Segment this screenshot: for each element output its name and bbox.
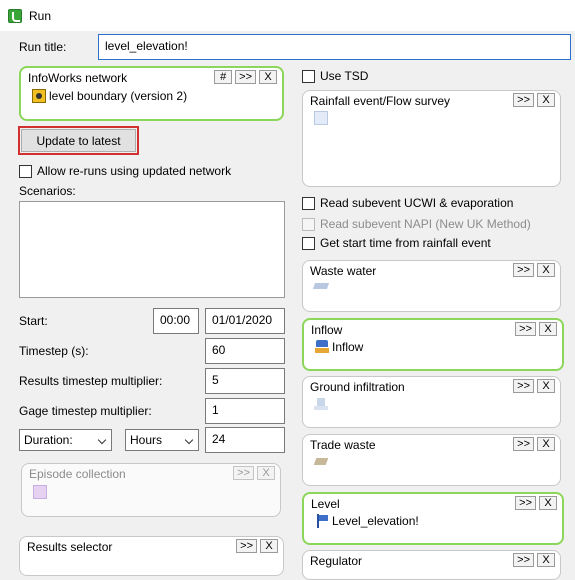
waste-water-icon — [314, 281, 328, 291]
episode-icon — [33, 485, 47, 499]
regulator-clear-button[interactable]: X — [537, 553, 555, 567]
level-icon — [315, 514, 329, 528]
allow-reruns-label: Allow re-runs using updated network — [37, 164, 232, 178]
read-ucwi-box[interactable] — [302, 196, 315, 210]
network-item-label: level boundary (version 2) — [49, 89, 188, 103]
app-icon — [8, 9, 22, 23]
ground-infiltration-panel: Ground infiltration >> X — [302, 376, 561, 428]
read-napi-label: Read subevent NAPI (New UK Method) — [320, 217, 531, 231]
inflow-item-label: Inflow — [332, 340, 364, 354]
inflow-expand-button[interactable]: >> — [515, 322, 536, 336]
get-start-time-checkbox[interactable]: Get start time from rainfall event — [302, 236, 491, 250]
network-panel: InfoWorks network # >> X level boundary … — [19, 66, 284, 121]
rainfall-item — [314, 111, 328, 125]
gage-multiplier-input[interactable]: 1 — [205, 398, 285, 424]
infiltration-clear-button[interactable]: X — [537, 379, 555, 393]
duration-mode-select[interactable]: Duration: — [19, 429, 112, 451]
episode-panel-title: Episode collection — [29, 467, 126, 481]
level-panel: Level >> X Level_elevation! — [302, 492, 564, 545]
read-ucwi-label: Read subevent UCWI & evaporation — [320, 196, 514, 210]
results-selector-panel: Results selector >> X — [19, 536, 284, 576]
regulator-panel: Regulator >> X — [302, 550, 561, 580]
read-ucwi-checkbox[interactable]: Read subevent UCWI & evaporation — [302, 196, 513, 210]
scenarios-list[interactable] — [19, 201, 285, 298]
gage-multiplier-label: Gage timestep multiplier: — [19, 404, 152, 418]
infiltration-expand-button[interactable]: >> — [513, 379, 534, 393]
trade-panel-title: Trade waste — [310, 438, 376, 452]
infiltration-icon — [314, 397, 328, 411]
network-expand-button[interactable]: >> — [235, 70, 256, 84]
read-napi-box — [302, 217, 315, 231]
duration-value-input[interactable]: 24 — [205, 427, 285, 453]
run-title-input[interactable]: level_elevation! — [98, 34, 571, 60]
regulator-panel-title: Regulator — [310, 554, 363, 568]
rainfall-panel-title: Rainfall event/Flow survey — [310, 94, 451, 108]
use-tsd-label: Use TSD — [320, 69, 369, 83]
inflow-panel: Inflow >> X Inflow — [302, 318, 564, 371]
rainfall-clear-button[interactable]: X — [537, 93, 555, 107]
inflow-clear-button[interactable]: X — [539, 322, 557, 336]
results-panel-title: Results selector — [27, 540, 113, 554]
read-napi-checkbox: Read subevent NAPI (New UK Method) — [302, 217, 531, 231]
chevron-down-icon — [184, 435, 194, 445]
rainfall-panel: Rainfall event/Flow survey >> X — [302, 90, 561, 187]
network-panel-title: InfoWorks network — [28, 71, 128, 85]
start-time-input[interactable]: 00:00 — [153, 308, 199, 334]
duration-unit-select[interactable]: Hours — [125, 429, 199, 451]
trade-item — [314, 455, 328, 469]
timestep-label: Timestep (s): — [19, 344, 89, 358]
level-clear-button[interactable]: X — [539, 496, 557, 510]
episode-clear-button[interactable]: X — [257, 466, 275, 480]
duration-mode-value: Duration: — [24, 433, 73, 447]
chevron-down-icon — [97, 435, 107, 445]
inflow-panel-title: Inflow — [311, 323, 343, 337]
level-expand-button[interactable]: >> — [515, 496, 536, 510]
waste-water-panel: Waste water >> X — [302, 260, 561, 312]
regulator-expand-button[interactable]: >> — [513, 553, 534, 567]
level-item-label: Level_elevation! — [332, 514, 419, 528]
network-item[interactable]: level boundary (version 2) — [32, 89, 187, 103]
results-multiplier-label: Results timestep multiplier: — [19, 374, 163, 388]
trade-clear-button[interactable]: X — [537, 437, 555, 451]
scenarios-label: Scenarios: — [19, 184, 76, 198]
window-title: Run — [29, 9, 52, 23]
results-multiplier-input[interactable]: 5 — [205, 368, 285, 394]
get-start-time-box[interactable] — [302, 236, 315, 250]
update-to-latest-button[interactable]: Update to latest — [21, 129, 136, 152]
start-label: Start: — [19, 314, 48, 328]
waste-clear-button[interactable]: X — [537, 263, 555, 277]
use-tsd-box[interactable] — [302, 69, 315, 83]
network-icon — [32, 89, 46, 103]
network-hash-button[interactable]: # — [214, 70, 233, 84]
infiltration-item — [314, 397, 328, 411]
duration-unit-value: Hours — [130, 433, 163, 447]
waste-panel-title: Waste water — [310, 264, 377, 278]
timestep-input[interactable]: 60 — [205, 338, 285, 364]
rainfall-expand-button[interactable]: >> — [513, 93, 534, 107]
trade-waste-icon — [314, 455, 328, 469]
level-panel-title: Level — [311, 497, 340, 511]
episode-item — [33, 485, 47, 499]
infiltration-panel-title: Ground infiltration — [310, 380, 405, 394]
trade-expand-button[interactable]: >> — [513, 437, 534, 451]
results-expand-button[interactable]: >> — [236, 539, 257, 553]
waste-item — [314, 281, 328, 291]
get-start-time-label: Get start time from rainfall event — [320, 236, 491, 250]
level-item[interactable]: Level_elevation! — [315, 514, 419, 528]
results-clear-button[interactable]: X — [260, 539, 278, 553]
episode-expand-button[interactable]: >> — [233, 466, 254, 480]
rainfall-icon — [314, 111, 328, 125]
network-clear-button[interactable]: X — [259, 70, 277, 84]
waste-expand-button[interactable]: >> — [513, 263, 534, 277]
inflow-icon — [315, 340, 329, 354]
run-title-label: Run title: — [19, 40, 67, 54]
inflow-item[interactable]: Inflow — [315, 340, 363, 354]
use-tsd-checkbox[interactable]: Use TSD — [302, 69, 368, 83]
allow-reruns-box[interactable] — [19, 164, 32, 178]
allow-reruns-checkbox[interactable]: Allow re-runs using updated network — [19, 164, 231, 178]
episode-panel: Episode collection >> X — [21, 463, 281, 517]
trade-waste-panel: Trade waste >> X — [302, 434, 561, 486]
title-bar: Run — [0, 0, 575, 31]
start-date-input[interactable]: 01/01/2020 — [205, 308, 285, 334]
